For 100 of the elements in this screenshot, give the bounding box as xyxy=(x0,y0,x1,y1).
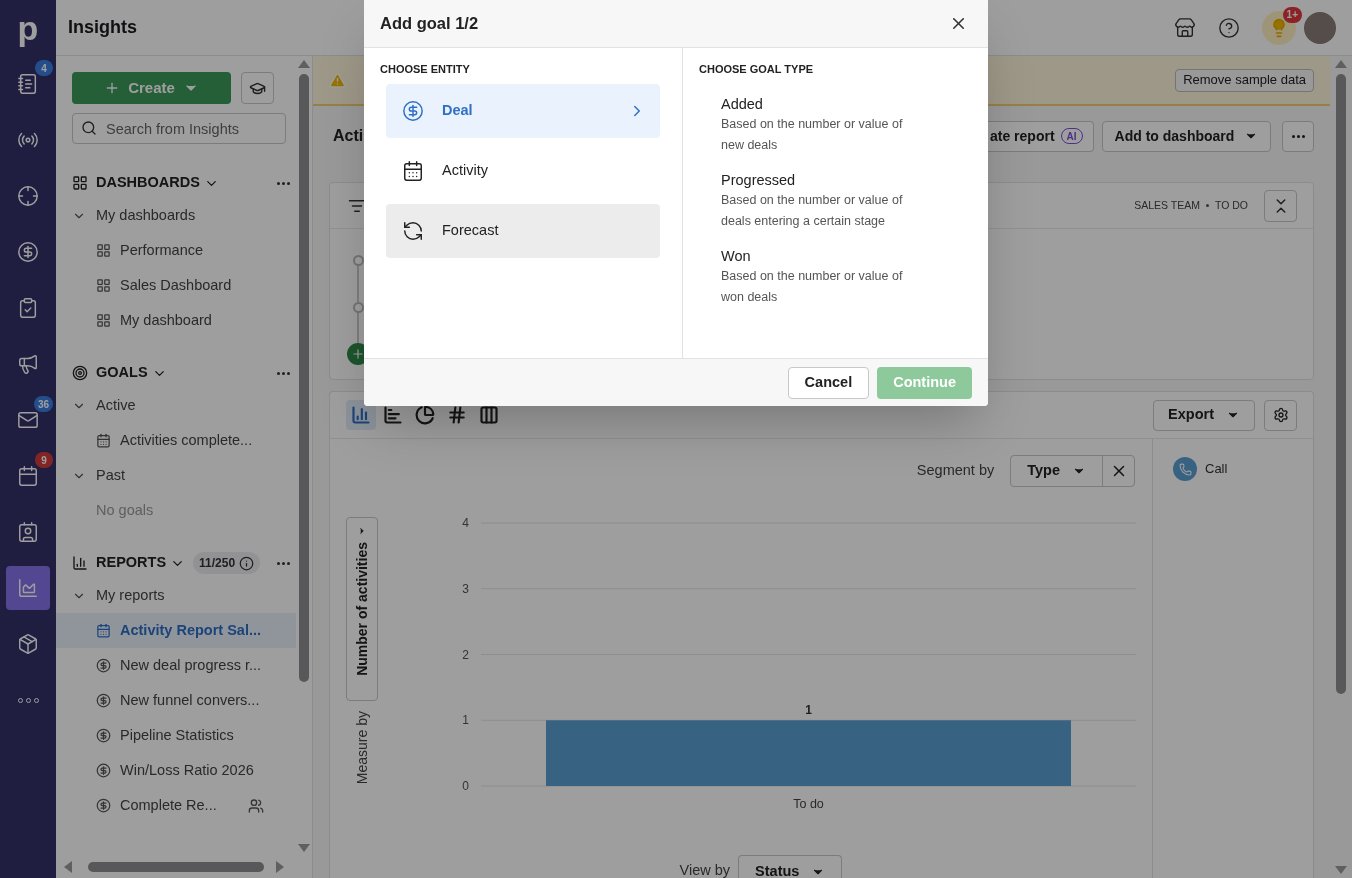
sidebar-item[interactable]: New funnel convers... xyxy=(56,683,296,718)
dashboard-icon xyxy=(72,175,88,191)
calendar-icon xyxy=(17,465,39,487)
settings-button[interactable] xyxy=(1264,399,1297,431)
bar-chart-icon xyxy=(383,405,403,425)
sidebar-item[interactable]: Complete Re... xyxy=(56,788,296,823)
group-label[interactable]: My reports xyxy=(96,584,165,607)
collapse-button[interactable] xyxy=(1264,189,1297,222)
store-icon[interactable] xyxy=(1174,16,1196,39)
sidebar-item[interactable]: New deal progress r... xyxy=(56,648,296,683)
section-heading: CHOOSE GOAL TYPE xyxy=(699,62,815,77)
axis-tick-label: 1 xyxy=(462,713,469,728)
sidebar-item[interactable]: My dashboard xyxy=(56,303,296,338)
nav-item[interactable] xyxy=(6,566,50,610)
more-icon[interactable] xyxy=(277,181,290,185)
page-title: Insights xyxy=(68,16,137,39)
goal-type-description: Based on the number or value of new deals xyxy=(721,115,904,154)
remove-sample-data-button[interactable]: Remove sample data xyxy=(1175,68,1314,92)
create-button[interactable]: Create xyxy=(72,72,231,104)
warning-icon xyxy=(329,71,346,89)
generate-report-button[interactable]: ate report AI xyxy=(988,120,1094,152)
dashboard-icon xyxy=(96,243,111,258)
sidebar-item[interactable]: Performance xyxy=(56,233,296,268)
entity-option[interactable]: Forecast xyxy=(386,203,660,258)
goal-type-title[interactable]: Added xyxy=(721,93,915,114)
goal-type-title[interactable]: Progressed xyxy=(721,169,915,190)
segment-label: Segment by xyxy=(916,461,995,481)
phone-icon xyxy=(1173,457,1197,481)
column-chart-icon xyxy=(351,405,371,425)
avatar[interactable] xyxy=(1304,11,1336,44)
bar-chart-icon xyxy=(72,555,88,571)
contact-card-icon xyxy=(17,521,39,543)
data-label: 1 xyxy=(805,703,812,718)
refresh-icon xyxy=(402,219,424,242)
target-icon xyxy=(72,365,88,381)
goal-type-description: Based on the number or value of won deals xyxy=(721,267,904,306)
view-by-label: View by xyxy=(679,861,731,878)
section-title[interactable]: DASHBOARDS xyxy=(96,172,200,194)
dollar-icon xyxy=(96,763,111,778)
learn-button[interactable] xyxy=(241,72,274,104)
megaphone-icon xyxy=(17,353,39,375)
entity-option[interactable]: Activity xyxy=(386,143,660,198)
add-to-dashboard-button[interactable]: Add to dashboard xyxy=(1101,120,1272,152)
more-icon[interactable] xyxy=(277,371,290,375)
count-badge: 1+ xyxy=(1282,6,1302,23)
section-title[interactable]: GOALS xyxy=(96,362,148,384)
report-title: Acti xyxy=(333,127,364,144)
section-heading: CHOOSE ENTITY xyxy=(380,62,471,77)
entity-option[interactable]: Deal xyxy=(386,83,660,138)
sidebar-item[interactable]: Activities complete... xyxy=(56,423,296,458)
dollar-icon xyxy=(96,658,111,673)
axis-tick-label: 2 xyxy=(462,647,469,662)
section-title[interactable]: REPORTS xyxy=(96,552,167,574)
box-icon xyxy=(17,633,39,655)
search-icon xyxy=(81,120,97,136)
dollar-icon xyxy=(17,241,39,263)
table-icon xyxy=(479,405,499,425)
mail-icon xyxy=(17,409,39,431)
more-icon[interactable] xyxy=(277,561,290,565)
goal-type-title[interactable]: Won xyxy=(721,245,915,266)
dollar-icon xyxy=(402,99,424,122)
view-by-select[interactable]: Status xyxy=(738,855,843,878)
dollar-icon xyxy=(96,798,111,813)
dollar-icon xyxy=(96,693,111,708)
tips-button[interactable] xyxy=(1262,10,1296,45)
dashboard-icon xyxy=(96,278,111,293)
segment-select[interactable]: Type xyxy=(1010,455,1135,487)
group-label[interactable]: My dashboards xyxy=(96,204,196,227)
help-icon[interactable] xyxy=(1218,16,1240,39)
settings-icon xyxy=(1272,407,1289,423)
group-label[interactable]: Active xyxy=(96,394,136,417)
app-logo[interactable]: p xyxy=(17,11,39,45)
export-button[interactable]: Export xyxy=(1153,399,1255,431)
clipboard-icon xyxy=(17,297,39,319)
sidebar-item[interactable]: Pipeline Statistics xyxy=(56,718,296,753)
nav-item[interactable]: 36 xyxy=(6,398,50,442)
dollar-icon xyxy=(96,728,111,743)
count-badge: 4 xyxy=(35,60,53,76)
group-label[interactable]: Past xyxy=(96,464,125,487)
filter-tag: TO DO xyxy=(1214,197,1248,214)
axis-tick-label: 3 xyxy=(462,581,469,596)
hash-icon xyxy=(447,405,467,425)
chart-type-toggle[interactable] xyxy=(346,400,376,430)
dialog-title: Add goal 1/2 xyxy=(380,13,479,35)
nav-item[interactable]: 4 xyxy=(6,62,50,106)
cancel-button[interactable]: Cancel xyxy=(787,366,870,399)
axis-tick-label: 4 xyxy=(462,516,469,530)
sidebar-item[interactable]: Sales Dashboard xyxy=(56,268,296,303)
sidebar-item[interactable]: Activity Report Sal... xyxy=(56,613,296,648)
sidebar-item[interactable]: Win/Loss Ratio 2026 xyxy=(56,753,296,788)
category-label: To do xyxy=(793,797,824,811)
nav-item[interactable]: 9 xyxy=(6,454,50,498)
axis-tick-label: 0 xyxy=(462,779,469,793)
report-count: 11/250 xyxy=(193,552,261,574)
search-field[interactable]: Search from Insights xyxy=(72,113,286,144)
measure-select[interactable]: Number of activities xyxy=(346,517,378,701)
count-badge: 36 xyxy=(33,396,53,412)
caret-icon xyxy=(357,526,367,536)
notebook-icon xyxy=(17,73,39,95)
more-icon[interactable] xyxy=(1291,134,1305,138)
